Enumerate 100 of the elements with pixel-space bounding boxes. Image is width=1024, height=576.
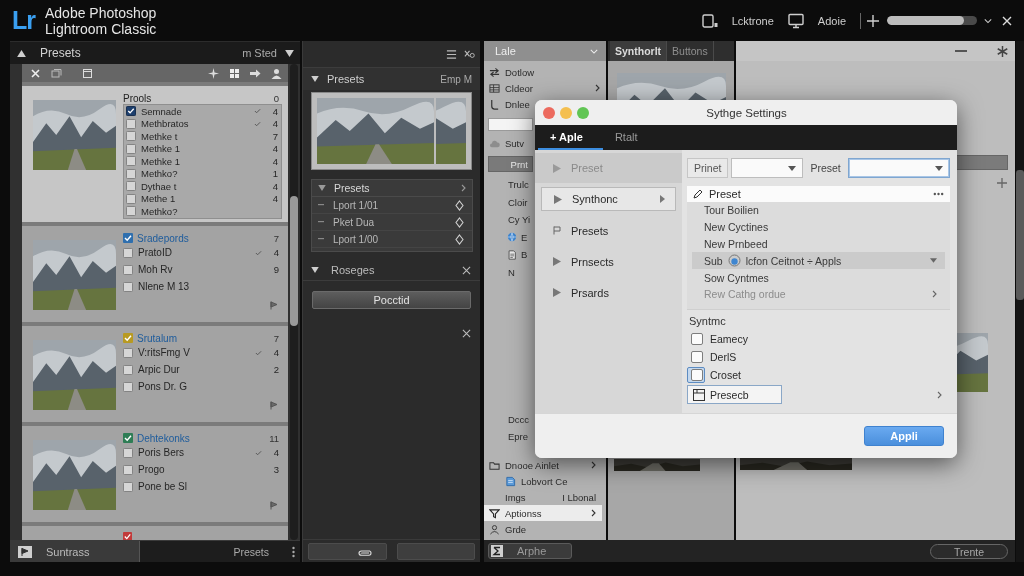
scrollbar[interactable] xyxy=(290,64,298,540)
nav-item[interactable]: Epre xyxy=(484,428,532,445)
flag-icon[interactable] xyxy=(270,401,278,410)
nav-item[interactable]: Aptionss xyxy=(484,505,602,521)
scrollbar-thumb[interactable] xyxy=(1016,170,1024,300)
triangle-down-icon[interactable] xyxy=(285,49,294,57)
minus-icon[interactable] xyxy=(955,49,967,53)
chevron-down-icon[interactable] xyxy=(984,17,992,24)
list-item[interactable]: Lport 1/01 xyxy=(312,197,472,214)
footer-button[interactable]: Suntrass xyxy=(10,541,140,562)
checkbox[interactable] xyxy=(126,131,136,142)
section-header[interactable]: Roseges xyxy=(303,260,480,281)
grip-icon[interactable] xyxy=(291,545,296,558)
nav-item[interactable]: Trulc xyxy=(484,176,532,194)
frame-icon[interactable] xyxy=(82,67,93,79)
x-circle-icon[interactable] xyxy=(464,48,475,60)
checkbox[interactable] xyxy=(123,381,133,392)
tab[interactable]: Buttons xyxy=(667,41,714,61)
list-item[interactable]: Tour Boilien xyxy=(692,202,945,219)
checkbox[interactable] xyxy=(123,364,133,375)
nav-item[interactable]: Lobvort Ce xyxy=(484,473,602,489)
action-button[interactable]: Prnt xyxy=(488,156,533,172)
checkbox[interactable] xyxy=(123,264,133,275)
list-item[interactable]: New Cyctines xyxy=(692,218,945,236)
checkbox[interactable] xyxy=(123,347,133,358)
sidebar-item[interactable]: Synthonc xyxy=(541,187,676,211)
asterisk-icon[interactable] xyxy=(997,45,1008,57)
preset-card[interactable]: Sradepords 7 PratoID 4 Moh Rv 9 Nlene M 13 xyxy=(22,226,288,322)
flag-icon[interactable] xyxy=(270,501,278,510)
dropdown[interactable] xyxy=(731,158,804,178)
close-icon[interactable] xyxy=(462,328,471,338)
nav-item[interactable]: Imgs I Lbonal xyxy=(484,489,602,505)
arrow-right-icon[interactable] xyxy=(250,67,261,79)
nav-item[interactable]: Dotlow xyxy=(484,64,538,80)
checkbox[interactable] xyxy=(123,447,133,458)
close-icon[interactable] xyxy=(462,265,471,275)
sidebar-item[interactable]: Prnsects xyxy=(535,246,682,277)
nav-item[interactable]: Cloir xyxy=(484,193,531,211)
window-close-icon[interactable] xyxy=(543,106,555,119)
checkbox[interactable] xyxy=(126,193,136,204)
nav-item[interactable]: Sutv xyxy=(484,135,527,151)
preset-card[interactable]: Srutalum 7 V:ritsFmg V 4 Arpic Dur 2 Pons Dr. G xyxy=(22,326,288,422)
list-item[interactable]: New Prnbeed xyxy=(692,235,945,253)
checkbox[interactable] xyxy=(123,481,133,492)
checkbox[interactable] xyxy=(123,247,133,258)
chevron-right-icon[interactable] xyxy=(937,390,942,399)
flag-icon[interactable] xyxy=(270,301,278,310)
checkbox[interactable] xyxy=(126,156,136,167)
scrollbar[interactable] xyxy=(1016,41,1024,562)
sidebar-item[interactable]: Prsards xyxy=(535,277,682,308)
list-item[interactable]: Sub lcfon Ceitnot ÷ Appls xyxy=(692,252,945,270)
checkbox[interactable] xyxy=(126,206,136,217)
checkbox[interactable] xyxy=(123,464,133,475)
input-field[interactable] xyxy=(488,118,533,131)
filter-label[interactable]: m Sted xyxy=(242,47,277,59)
checkbox[interactable] xyxy=(691,350,703,363)
card-stack-icon[interactable] xyxy=(51,67,62,79)
preset-card[interactable]: Prools 0 Semnade 4 Methbratos 4 Methke t 7 Methke 1 4 Methke 1 4 Methko? 1 Dythae t 4 Methe 1 4 Methko? xyxy=(22,86,288,222)
window-zoom-icon[interactable] xyxy=(577,106,589,119)
person-icon[interactable] xyxy=(271,67,282,79)
checkbox[interactable] xyxy=(126,118,136,129)
checkbox[interactable] xyxy=(691,368,703,381)
checkbox[interactable] xyxy=(123,281,133,292)
nav-item[interactable]: Cy Yi xyxy=(484,211,534,229)
list-item[interactable]: Lport 1/00 xyxy=(312,231,472,248)
checkbox[interactable] xyxy=(126,143,136,154)
action-button[interactable]: Pocctid xyxy=(312,291,471,309)
list-icon[interactable] xyxy=(446,48,457,60)
nav-item[interactable]: Dccc xyxy=(484,411,533,428)
nav-item[interactable]: B xyxy=(484,246,531,264)
preset-card[interactable]: Dehtekonks 11 Poris Bers 4 Progo 3 Pone be Sl xyxy=(22,426,288,522)
footer-button[interactable] xyxy=(308,542,387,560)
grid-icon[interactable] xyxy=(229,67,240,79)
nav-item[interactable]: N xyxy=(484,263,518,281)
more-icon[interactable] xyxy=(933,192,944,196)
sparkle-icon[interactable] xyxy=(208,67,219,79)
tab[interactable]: Synthorlt xyxy=(610,41,668,61)
list-item[interactable]: Sow Cyntmes xyxy=(692,269,945,286)
section-header[interactable]: Presets Emp M xyxy=(303,67,480,90)
preset-field[interactable]: Presecb xyxy=(687,385,782,405)
dropdown[interactable] xyxy=(847,158,950,178)
checkbox[interactable] xyxy=(126,168,136,179)
footer-button[interactable]: Arphe xyxy=(488,543,572,559)
tab[interactable]: Rtalt xyxy=(602,125,658,150)
nav-item[interactable]: E xyxy=(484,228,531,246)
list-item[interactable]: Pket Dua xyxy=(312,214,472,231)
nav-item[interactable]: Dnooe Ainlet xyxy=(484,457,602,473)
close-icon[interactable] xyxy=(1002,15,1012,26)
toolbar-button[interactable]: Lcktrone xyxy=(701,12,774,29)
footer-button[interactable]: Trente xyxy=(930,543,1008,559)
scrollbar-thumb[interactable] xyxy=(290,196,298,326)
checkbox[interactable] xyxy=(126,106,136,117)
triangle-up-icon[interactable] xyxy=(17,49,26,57)
chevron-right-icon[interactable] xyxy=(461,184,466,192)
toolbar-button[interactable]: Adoie xyxy=(787,12,846,29)
checkbox[interactable] xyxy=(126,181,136,192)
checkbox[interactable] xyxy=(691,332,703,345)
nav-item[interactable]: Cldeor xyxy=(484,80,606,96)
nav-item[interactable]: Dnlee xyxy=(484,96,533,112)
nav-item[interactable]: Grde xyxy=(484,521,602,537)
